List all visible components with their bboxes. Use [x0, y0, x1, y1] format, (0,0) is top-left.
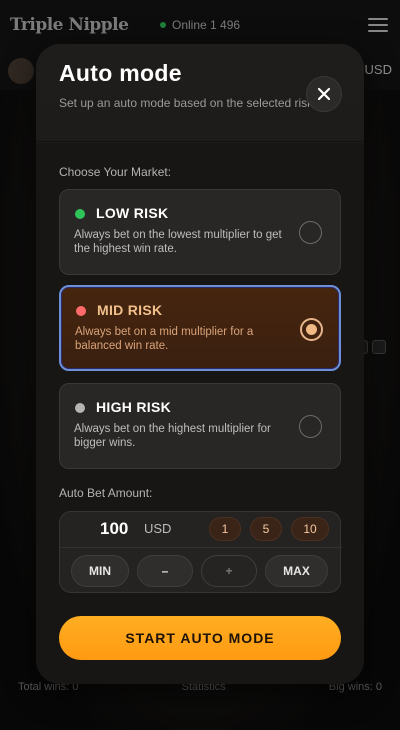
max-button[interactable]: MAX — [265, 555, 328, 587]
risk-description: Always bet on the lowest multiplier to g… — [74, 229, 282, 255]
close-button[interactable] — [306, 76, 342, 112]
risk-name: MID RISK — [97, 302, 163, 318]
risk-option-low[interactable]: LOW RISK Always bet on the lowest multip… — [59, 189, 341, 275]
risk-name: HIGH RISK — [96, 399, 172, 415]
increase-button[interactable]: + — [201, 555, 257, 587]
radio-button-selected[interactable] — [300, 318, 323, 341]
modal-header: Auto mode Set up an auto mode based on t… — [36, 44, 364, 142]
min-button[interactable]: MIN — [71, 555, 129, 587]
modal-subtitle: Set up an auto mode based on the selecte… — [59, 96, 314, 110]
chip-10-button[interactable]: 10 — [291, 517, 329, 541]
risk-option-high[interactable]: HIGH RISK Always bet on the highest mult… — [59, 383, 341, 469]
low-risk-dot-icon — [75, 209, 85, 219]
market-label: Choose Your Market: — [59, 165, 172, 179]
high-risk-dot-icon — [75, 403, 85, 413]
close-icon — [317, 87, 331, 101]
risk-description: Always bet on the highest multiplier for… — [74, 423, 271, 449]
auto-mode-modal: Auto mode Set up an auto mode based on t… — [36, 44, 364, 684]
bet-amount-panel: 100 USD 1 5 10 MIN – + MAX — [59, 511, 342, 593]
risk-option-mid[interactable]: MID RISK Always bet on a mid multiplier … — [59, 285, 341, 371]
decrease-button[interactable]: – — [137, 555, 193, 587]
risk-name: LOW RISK — [96, 205, 169, 221]
start-auto-mode-button[interactable]: START AUTO MODE — [59, 616, 341, 660]
radio-button[interactable] — [299, 415, 322, 438]
chip-5-button[interactable]: 5 — [250, 517, 282, 541]
risk-description: Always bet on a mid multiplier for a bal… — [75, 326, 254, 352]
chip-1-button[interactable]: 1 — [209, 517, 241, 541]
amount-label: Auto Bet Amount: — [59, 486, 153, 500]
amount-value[interactable]: 100 — [100, 519, 128, 539]
mid-risk-dot-icon — [76, 306, 86, 316]
modal-title: Auto mode — [59, 60, 182, 86]
amount-row: 100 USD 1 5 10 — [60, 512, 342, 548]
radio-button[interactable] — [299, 221, 322, 244]
modal-body: Choose Your Market: LOW RISK Always bet … — [36, 143, 364, 684]
amount-currency: USD — [144, 521, 172, 536]
